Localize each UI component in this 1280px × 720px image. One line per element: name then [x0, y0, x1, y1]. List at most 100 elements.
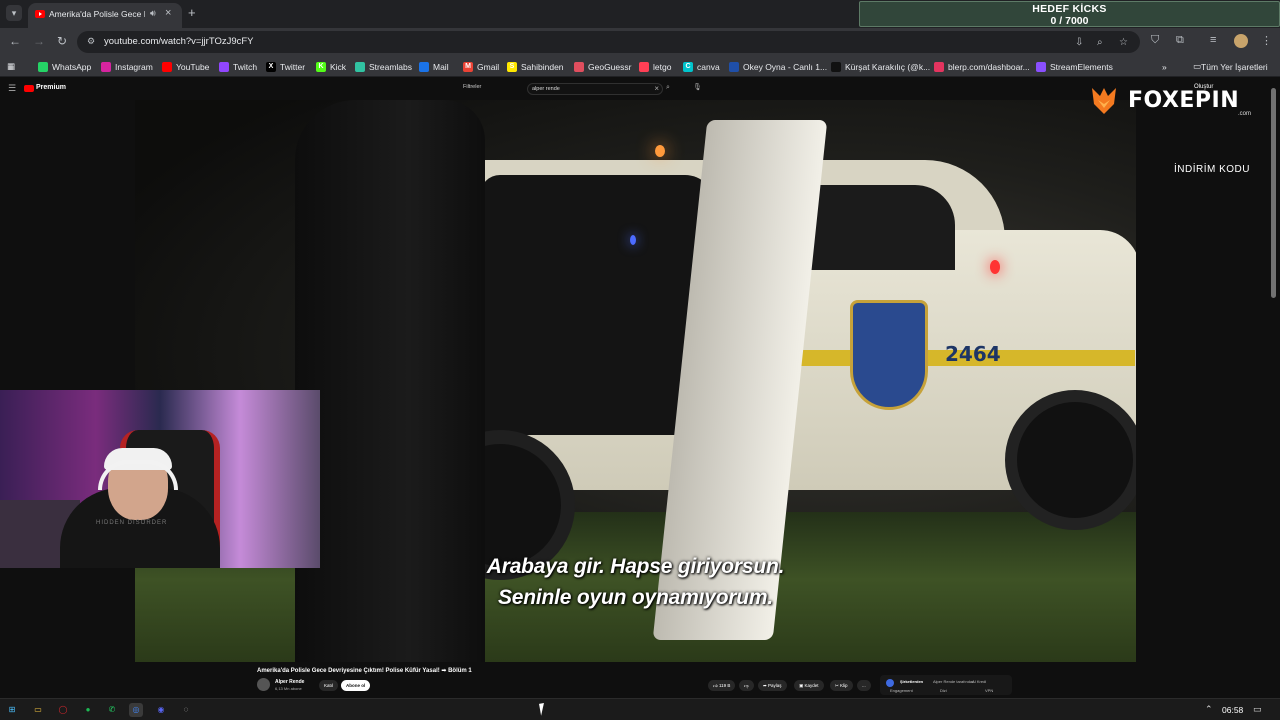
clear-search-icon[interactable]: ×: [654, 84, 659, 93]
spotify-icon[interactable]: ●: [81, 703, 95, 717]
bookmark-blerp[interactable]: blerp.com/dashboar...: [934, 60, 1030, 73]
foxepin-domain: .com: [1238, 111, 1252, 117]
channel-avatar[interactable]: [257, 678, 270, 691]
bookmark-twitch[interactable]: Twitch: [219, 60, 257, 73]
subscribe-button[interactable]: Abone ol: [341, 680, 371, 691]
profile-avatar[interactable]: [1234, 34, 1248, 48]
windows-start-icon[interactable]: ⊞: [5, 703, 19, 717]
youtube-logo-icon[interactable]: [24, 85, 34, 92]
canva-icon: C: [683, 61, 693, 72]
speaker-icon[interactable]: 🔊︎: [150, 8, 156, 19]
apps-grid-icon[interactable]: ▦: [7, 60, 15, 73]
video-player[interactable]: 2464 Arabaya gir. Hapse giriyorsun. Seni…: [135, 100, 1136, 662]
address-bar[interactable]: ⚙︎ youtube.com/watch?v=jjrTOzJ9cFY ⇩ ⌕ ☆: [77, 31, 1140, 53]
bookmark-youtube[interactable]: YouTube: [162, 60, 209, 73]
menu-kebab-icon[interactable]: ⋮: [1261, 34, 1272, 47]
bookmark-label: StreamElements: [1050, 61, 1113, 72]
bookmark-streamlabs[interactable]: Streamlabs: [355, 60, 412, 73]
screen: ▾ Amerika'da Polisle Gece De 🔊︎ × + HEDE…: [0, 0, 1280, 720]
whatsapp-taskbar-icon[interactable]: ✆: [105, 703, 119, 717]
front-wheel: [1005, 390, 1136, 530]
dislike-button[interactable]: 👎︎: [739, 680, 754, 691]
chip-2[interactable]: AI Kredi: [972, 679, 986, 684]
save-button[interactable]: ▣ Kaydet: [794, 680, 824, 691]
discount-code-text: İNDİRİM KODU: [1174, 164, 1250, 175]
hamburger-icon[interactable]: ☰: [8, 83, 16, 94]
related-chips: Şirketlerden Alper Rende tarafından AI K…: [880, 675, 1012, 695]
zoom-icon[interactable]: ⌕: [1097, 37, 1103, 48]
close-tab-icon[interactable]: ×: [165, 7, 171, 19]
bookmark-star-icon[interactable]: ☆: [1119, 37, 1128, 48]
orange-light: [655, 145, 665, 157]
chip-0[interactable]: Şirketlerden: [900, 679, 923, 684]
back-icon[interactable]: ←: [9, 34, 21, 48]
bookmark-okey[interactable]: Okey Oyna - Canlı 1...: [729, 60, 827, 73]
bookmark-mail[interactable]: Mail: [419, 60, 449, 73]
discord-icon[interactable]: ◉: [154, 703, 168, 717]
youtube-search-input[interactable]: alper rende ×: [527, 83, 663, 95]
bookmark-canva[interactable]: Ccanva: [683, 60, 720, 73]
channel-subscribers: 6,13 Mn abone: [275, 686, 302, 691]
bookmark-label: Mail: [433, 61, 449, 72]
tab-active[interactable]: Amerika'da Polisle Gece De 🔊︎ ×: [28, 3, 182, 28]
bookmark-label: canva: [697, 61, 720, 72]
all-bookmarks-folder[interactable]: ▭ Tüm Yer İşaretleri: [1193, 60, 1268, 73]
tray-overflow-icon[interactable]: ⌃: [1205, 704, 1213, 715]
foxepin-brand: FOXEPIN: [1128, 88, 1240, 113]
bookmarks-overflow-icon[interactable]: »: [1162, 60, 1167, 73]
bookmark-sahibinden[interactable]: S Sahibinden: [507, 60, 564, 73]
kicks-goal-widget: HEDEF KİCKS 0 / 7000: [859, 1, 1280, 27]
install-app-icon[interactable]: ⇩: [1075, 37, 1083, 48]
youtube-header: ☰ Premium Filtreler alper rende × ⌕ 🎙︎ O…: [0, 78, 1280, 100]
like-button[interactable]: 👍︎ 119 B: [708, 680, 736, 691]
bookmark-kick[interactable]: K Kick: [316, 60, 346, 73]
chip-1[interactable]: Alper Rende tarafından: [933, 679, 974, 684]
channel-name[interactable]: Alper Rende: [275, 679, 304, 685]
microphone-icon[interactable]: 🎙︎: [693, 83, 702, 91]
bookmark-label: Kürşat Karakılıç (@k...: [845, 61, 931, 72]
bookmark-label: blerp.com/dashboar...: [948, 61, 1030, 72]
browser-tabstrip: ▾ Amerika'da Polisle Gece De 🔊︎ × + HEDE…: [0, 0, 1280, 28]
obs-icon[interactable]: ◌: [179, 703, 193, 717]
webcam-overlay: HIDDEN DISORDER: [0, 390, 320, 568]
chrome-taskbar-icon[interactable]: ◎: [129, 703, 143, 717]
bookmark-tiktok[interactable]: Kürşat Karakılıç (@k...: [831, 60, 930, 73]
clock: 06:58: [1222, 705, 1244, 715]
opera-gx-icon[interactable]: ◯: [56, 703, 70, 717]
instagram-icon: [101, 61, 111, 72]
tab-title: Amerika'da Polisle Gece De: [49, 9, 145, 19]
reload-icon[interactable]: ↻: [57, 34, 67, 48]
more-actions-button[interactable]: ...: [857, 680, 871, 691]
bookmark-instagram[interactable]: Instagram: [101, 60, 153, 73]
youtube-premium-label[interactable]: Premium: [36, 84, 66, 91]
search-icon[interactable]: ⌕: [666, 84, 670, 92]
forward-icon[interactable]: →: [33, 34, 45, 48]
folder-icon: ▭: [1193, 61, 1202, 71]
page-scrollbar[interactable]: [1271, 88, 1276, 298]
fox-logo-icon: [1092, 88, 1116, 114]
file-explorer-icon[interactable]: ▭: [31, 703, 45, 717]
bookmark-x[interactable]: X Twitter: [266, 60, 305, 73]
bookmark-label: Kick: [330, 61, 347, 72]
all-bookmarks-label: Tüm Yer İşaretleri: [1201, 61, 1268, 72]
bookmark-label: YouTube: [176, 61, 210, 72]
clip-button[interactable]: ✂ Klip: [830, 680, 853, 691]
bookmark-whatsapp[interactable]: WhatsApp: [38, 60, 91, 73]
site-info-icon[interactable]: ⚙︎: [87, 36, 95, 47]
reading-list-icon[interactable]: ≡: [1210, 34, 1216, 46]
bookmark-geoguessr[interactable]: GeoGuessr: [574, 60, 631, 73]
bookmark-letgo[interactable]: letgo: [639, 60, 671, 73]
shirt-text: HIDDEN DISORDER: [96, 520, 168, 526]
share-button[interactable]: ➦ Paylaş: [758, 680, 787, 691]
bookmark-gmail[interactable]: M Gmail: [463, 60, 499, 73]
filter-chip[interactable]: Filtreler: [463, 84, 481, 90]
shield-icon[interactable]: ⛉: [1151, 34, 1159, 47]
extensions-icon[interactable]: ⧉: [1176, 34, 1184, 47]
sub-label-1: Dizi: [940, 688, 947, 693]
tab-search-icon[interactable]: ▾: [6, 5, 22, 21]
bookmark-label: Instagram: [115, 61, 153, 72]
new-tab-button[interactable]: +: [188, 5, 196, 20]
join-button[interactable]: Katıl: [319, 680, 339, 691]
notification-icon[interactable]: ▭: [1253, 704, 1262, 715]
bookmark-streamelements[interactable]: StreamElements: [1036, 60, 1113, 73]
